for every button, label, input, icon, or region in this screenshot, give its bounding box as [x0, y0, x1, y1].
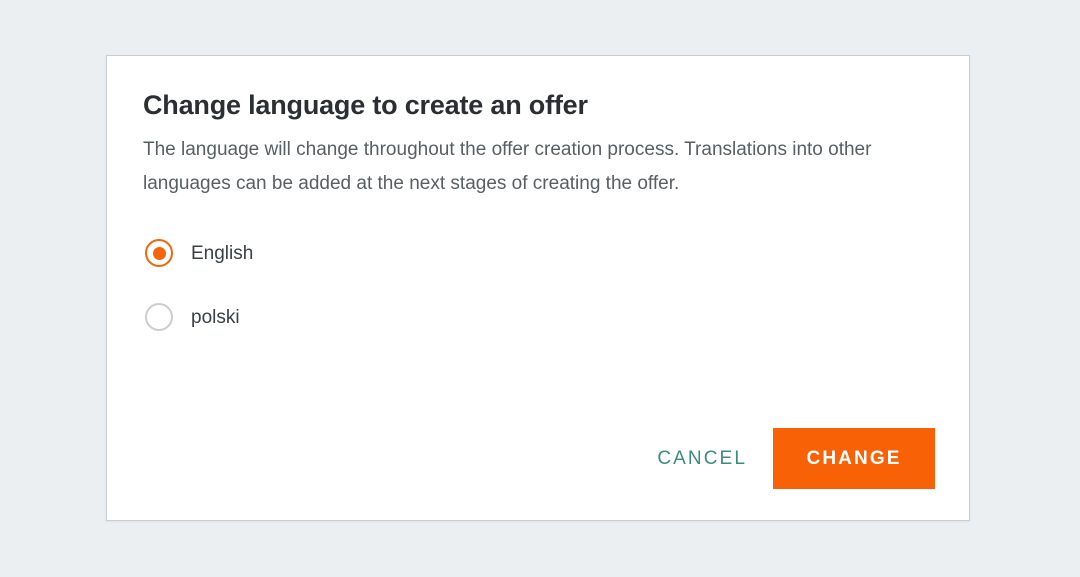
radio-option-label: English: [191, 242, 254, 264]
change-button[interactable]: CHANGE: [773, 428, 935, 489]
dialog-action-bar: CANCEL CHANGE: [645, 428, 935, 489]
change-language-dialog: Change language to create an offer The l…: [106, 55, 970, 521]
dialog-content: Change language to create an offer The l…: [143, 89, 935, 489]
language-radio-group: English polski: [143, 233, 935, 337]
radio-selected-icon[interactable]: [145, 239, 173, 267]
radio-option-label: polski: [191, 306, 240, 328]
radio-unselected-icon[interactable]: [145, 303, 173, 331]
dialog-description: The language will change throughout the …: [143, 139, 872, 194]
radio-option-polski[interactable]: polski: [143, 297, 240, 337]
radio-option-english[interactable]: English: [143, 233, 253, 273]
dialog-title: Change language to create an offer: [143, 90, 588, 120]
cancel-button[interactable]: CANCEL: [645, 434, 759, 484]
